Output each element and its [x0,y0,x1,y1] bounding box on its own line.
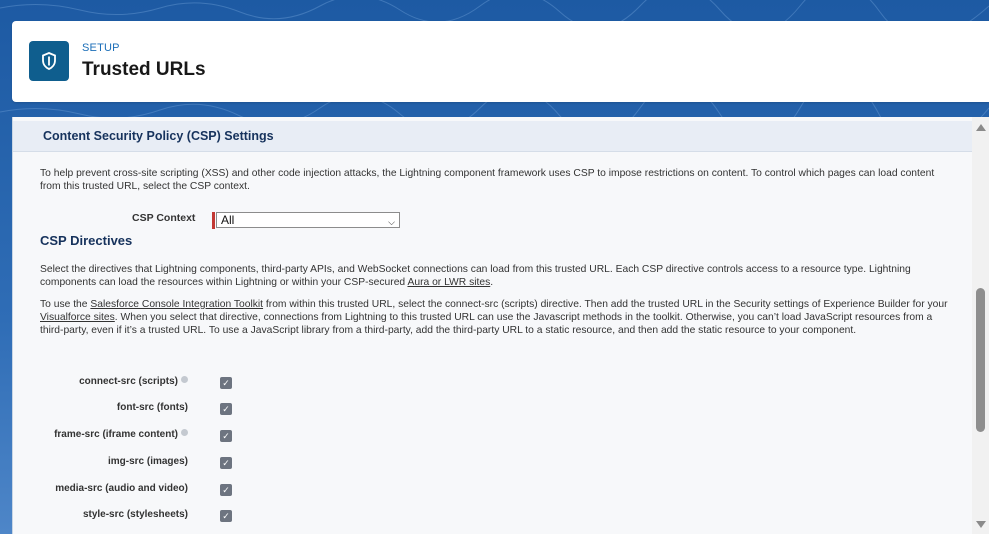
page-header: SETUP Trusted URLs [12,21,989,102]
directive-label: style-src (stylesheets) [82,509,188,520]
font-src-checkbox[interactable]: ✓ [220,403,232,415]
directive-label: frame-src (iframe content) [54,429,188,440]
chevron-down-icon: ⌵ [388,217,395,227]
directive-row-media-src: media-src (audio and video) ✓ [13,483,413,497]
directives-title: CSP Directives [40,233,133,248]
info-icon[interactable] [181,429,188,436]
section-header: Content Security Policy (CSP) Settings [13,121,973,152]
media-src-checkbox[interactable]: ✓ [220,484,232,496]
csp-intro-text: To help prevent cross-site scripting (XS… [40,168,935,192]
vertical-scrollbar[interactable] [972,117,989,534]
csp-context-label: CSP Context [132,212,196,224]
aura-lwr-sites-link[interactable]: Aura or LWR sites [407,277,490,288]
connect-src-checkbox[interactable]: ✓ [220,377,232,389]
breadcrumb[interactable]: SETUP [82,42,120,54]
directive-row-style-src: style-src (stylesheets) ✓ [13,509,413,523]
scroll-down-icon[interactable] [976,521,986,528]
info-icon[interactable] [181,376,188,383]
console-toolkit-text: To use the Salesforce Console Integratio… [40,299,948,336]
directive-label: media-src (audio and video) [55,483,188,494]
directive-label: connect-src (scripts) [79,376,188,387]
frame-src-checkbox[interactable]: ✓ [220,430,232,442]
directive-row-img-src: img-src (images) ✓ [13,456,413,470]
required-indicator [212,212,215,229]
csp-context-select[interactable]: All ⌵ [216,212,400,228]
style-src-checkbox[interactable]: ✓ [220,510,232,522]
directive-row-frame-src: frame-src (iframe content) ✓ [13,429,413,443]
scroll-thumb[interactable] [976,288,985,432]
directive-label: font-src (fonts) [116,402,188,413]
scroll-up-icon[interactable] [976,124,986,131]
directives-intro-text: Select the directives that Lightning com… [40,264,911,288]
visualforce-sites-link[interactable]: Visualforce sites [40,312,115,323]
console-toolkit-link[interactable]: Salesforce Console Integration Toolkit [90,299,263,310]
csp-settings-panel: Content Security Policy (CSP) Settings T… [12,117,973,534]
directive-label: img-src (images) [107,456,188,467]
page-title: Trusted URLs [82,59,206,80]
shield-icon [29,41,69,81]
section-title: Content Security Policy (CSP) Settings [43,129,274,143]
img-src-checkbox[interactable]: ✓ [220,457,232,469]
csp-context-value: All [221,213,235,227]
directive-row-font-src: font-src (fonts) ✓ [13,402,413,416]
directive-row-connect-src: connect-src (scripts) ✓ [13,376,413,390]
